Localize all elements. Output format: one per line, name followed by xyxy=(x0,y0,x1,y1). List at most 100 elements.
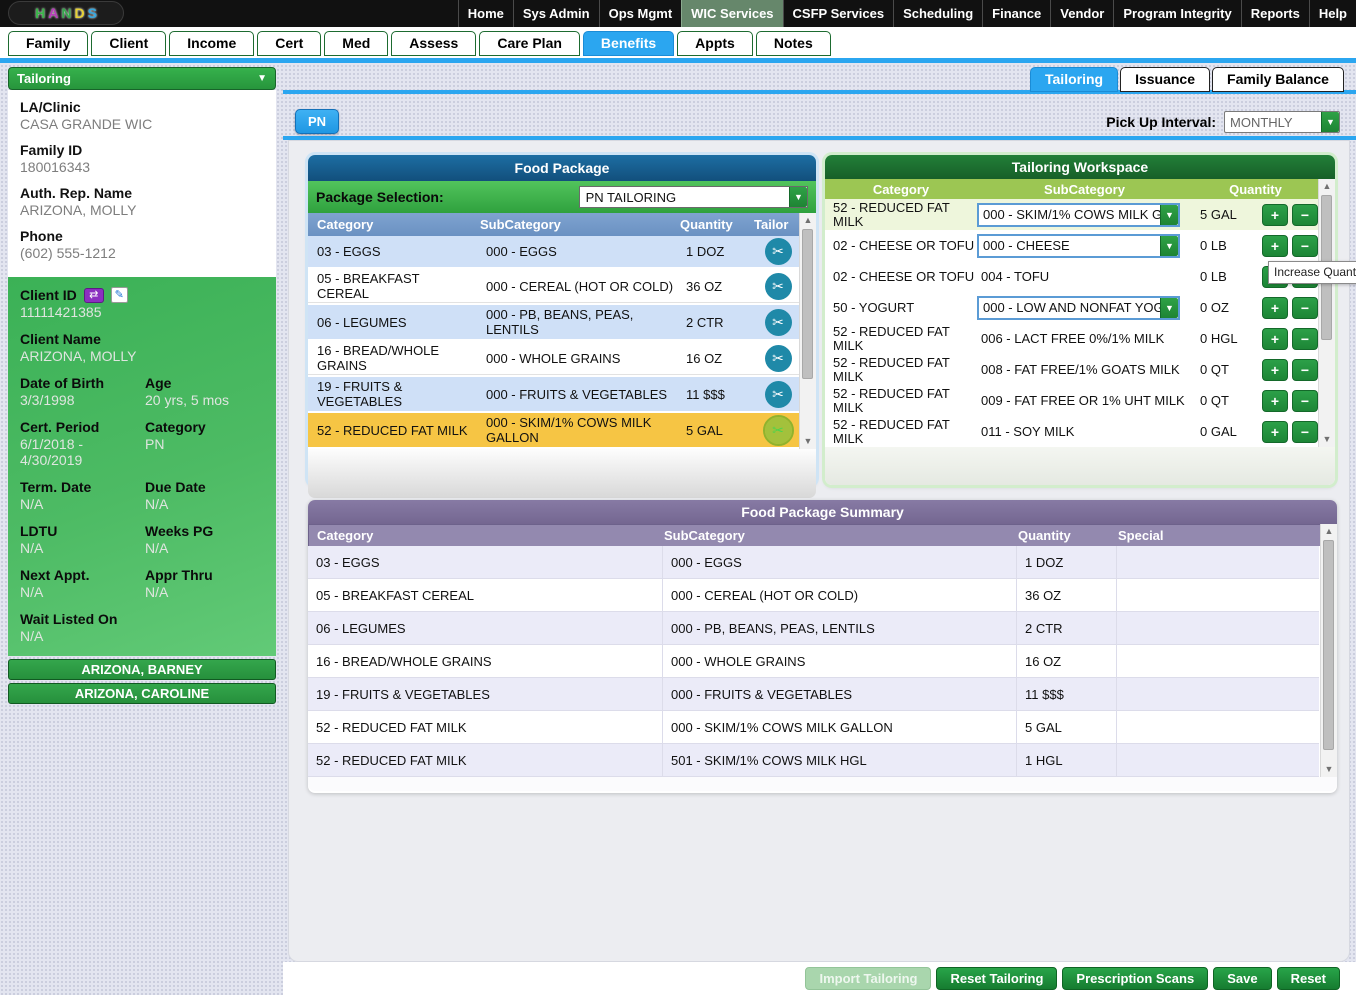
decrease-quantity-button[interactable]: − xyxy=(1292,389,1318,412)
prescription-scans-button[interactable]: Prescription Scans xyxy=(1062,967,1209,990)
col-category: Category xyxy=(317,528,374,543)
decrease-quantity-button[interactable]: − xyxy=(1292,203,1318,226)
age-value: 20 yrs, 5 mos xyxy=(145,392,230,408)
workspace-row: 02 - CHEESE OR TOFU 000 - CHEESE ▼ 0 LB +… xyxy=(825,230,1319,261)
summary-row: 03 - EGGS 000 - EGGS 1 DOZ xyxy=(308,546,1319,579)
family-member-button[interactable]: ARIZONA, BARNEY xyxy=(8,659,276,680)
save-button[interactable]: Save xyxy=(1213,967,1272,990)
tailor-scissors-button[interactable]: ✂ xyxy=(764,308,792,336)
topnav-csfp-services[interactable]: CSFP Services xyxy=(782,0,894,27)
food-package-row[interactable]: 16 - BREAD/WHOLE GRAINS 000 - WHOLE GRAI… xyxy=(308,341,799,377)
increase-quantity-button[interactable]: + xyxy=(1262,420,1288,443)
tab-client[interactable]: Client xyxy=(91,31,167,56)
increase-quantity-button[interactable]: + xyxy=(1262,358,1288,381)
workspace-row: 52 - REDUCED FAT MILK 011 - SOY MILK 0 G… xyxy=(825,416,1319,447)
tab-assess[interactable]: Assess xyxy=(391,31,477,56)
workspace-scrollbar[interactable]: ▲ ▼ xyxy=(1318,179,1335,447)
family-id-value: 180016343 xyxy=(20,159,91,175)
pickup-interval-select[interactable]: MONTHLY ▼ xyxy=(1224,111,1340,133)
category-pn-tab[interactable]: PN xyxy=(295,109,339,134)
tailor-scissors-button[interactable]: ✂ xyxy=(764,238,792,265)
sidebar-view-select[interactable]: Tailoring ▼ xyxy=(8,67,276,90)
increase-quantity-button[interactable]: + xyxy=(1262,203,1288,226)
tailor-scissors-button[interactable]: ✂ xyxy=(764,380,792,408)
scroll-up-icon[interactable]: ▲ xyxy=(1321,524,1337,539)
decrease-quantity-button[interactable]: − xyxy=(1292,420,1318,443)
topnav-scheduling[interactable]: Scheduling xyxy=(893,0,982,27)
topnav-reports[interactable]: Reports xyxy=(1240,0,1309,27)
summary-column-header: Category SubCategory Quantity Special xyxy=(308,524,1337,546)
phone-label: Phone xyxy=(20,228,63,244)
tailoring-workspace-title: Tailoring Workspace xyxy=(825,155,1335,179)
tab-notes[interactable]: Notes xyxy=(755,31,831,56)
tab-benefits[interactable]: Benefits xyxy=(582,31,675,56)
food-package-row[interactable]: 19 - FRUITS & VEGETABLES 000 - FRUITS & … xyxy=(308,377,799,413)
food-package-column-header: Category SubCategory Quantity Tailor xyxy=(308,213,816,236)
col-quantity: Quantity xyxy=(1018,528,1071,543)
view-tab-family-balance[interactable]: Family Balance xyxy=(1212,67,1344,92)
scroll-up-icon[interactable]: ▲ xyxy=(800,213,816,228)
food-package-scrollbar[interactable]: ▲ ▼ xyxy=(799,213,816,449)
family-member-button[interactable]: ARIZONA, CAROLINE xyxy=(8,683,276,704)
topnav-help[interactable]: Help xyxy=(1308,0,1356,27)
reset-tailoring-button[interactable]: Reset Tailoring xyxy=(936,967,1058,990)
topnav-wic-services[interactable]: WIC Services xyxy=(681,0,783,27)
subcategory-select[interactable]: 000 - CHEESE ▼ xyxy=(977,233,1180,258)
increase-quantity-button[interactable]: + xyxy=(1262,296,1288,319)
tab-cert[interactable]: Cert xyxy=(257,31,322,56)
summary-row: 52 - REDUCED FAT MILK 000 - SKIM/1% COWS … xyxy=(308,711,1319,744)
subcategory-select[interactable]: 000 - SKIM/1% COWS MILK GA ▼ xyxy=(977,202,1180,227)
import-tailoring-button[interactable]: Import Tailoring xyxy=(805,967,932,990)
view-tab-issuance[interactable]: Issuance xyxy=(1120,67,1211,92)
increase-quantity-button[interactable]: + xyxy=(1262,234,1288,257)
increase-quantity-button[interactable]: + xyxy=(1262,389,1288,412)
tab-care-plan[interactable]: Care Plan xyxy=(479,31,580,56)
tab-appts[interactable]: Appts xyxy=(677,31,753,56)
pickup-interval-label: Pick Up Interval: xyxy=(1106,114,1216,130)
food-package-panel: Food Package Package Selection: PN TAILO… xyxy=(308,155,816,498)
switch-client-icon[interactable]: ⇄ xyxy=(83,287,104,303)
tab-family[interactable]: Family xyxy=(8,31,89,56)
top-nav: Home Sys Admin Ops Mgmt WIC Services CSF… xyxy=(457,0,1356,27)
reset-button[interactable]: Reset xyxy=(1276,967,1340,990)
food-package-row-selected[interactable]: 52 - REDUCED FAT MILK 000 - SKIM/1% COWS… xyxy=(308,413,799,449)
package-selection-select[interactable]: PN TAILORING ▼ xyxy=(578,186,808,208)
food-package-row[interactable]: 03 - EGGS 000 - EGGS 1 DOZ ✂ xyxy=(308,236,799,269)
decrease-quantity-button[interactable]: − xyxy=(1292,358,1318,381)
next-appt-label: Next Appt. xyxy=(20,567,90,583)
col-subcategory: SubCategory xyxy=(480,217,561,232)
view-tab-tailoring[interactable]: Tailoring xyxy=(1030,67,1119,92)
decrease-quantity-button[interactable]: − xyxy=(1292,327,1318,350)
scroll-up-icon[interactable]: ▲ xyxy=(1319,179,1335,194)
food-package-summary-panel: Food Package Summary Category SubCategor… xyxy=(308,500,1337,793)
la-clinic-label: LA/Clinic xyxy=(20,99,81,115)
tailor-scissors-button-active[interactable]: ✂ xyxy=(762,414,794,446)
food-package-row[interactable]: 05 - BREAKFAST CEREAL 000 - CEREAL (HOT … xyxy=(308,269,799,305)
scroll-down-icon[interactable]: ▼ xyxy=(800,434,816,449)
summary-scrollbar[interactable]: ▲ ▼ xyxy=(1320,524,1337,777)
scroll-down-icon[interactable]: ▼ xyxy=(1319,432,1335,447)
scroll-thumb[interactable] xyxy=(802,229,813,379)
topnav-ops-mgmt[interactable]: Ops Mgmt xyxy=(598,0,682,27)
increase-quantity-button[interactable]: + xyxy=(1262,327,1288,350)
tab-income[interactable]: Income xyxy=(169,31,255,56)
food-package-row[interactable]: 06 - LEGUMES 000 - PB, BEANS, PEAS, LENT… xyxy=(308,305,799,341)
topnav-vendor[interactable]: Vendor xyxy=(1050,0,1113,27)
topnav-program-integrity[interactable]: Program Integrity xyxy=(1113,0,1240,27)
tailor-scissors-button[interactable]: ✂ xyxy=(764,344,792,372)
scroll-thumb[interactable] xyxy=(1323,540,1334,750)
decrease-quantity-button[interactable]: − xyxy=(1292,296,1318,319)
food-package-title: Food Package xyxy=(308,155,816,181)
topnav-finance[interactable]: Finance xyxy=(982,0,1050,27)
topnav-sys-admin[interactable]: Sys Admin xyxy=(512,0,599,27)
wait-listed-value: N/A xyxy=(20,628,44,644)
subcategory-select[interactable]: 000 - LOW AND NONFAT YOG ▼ xyxy=(977,295,1180,320)
tab-med[interactable]: Med xyxy=(324,31,389,56)
decrease-quantity-button[interactable]: − xyxy=(1292,234,1318,257)
edit-client-icon[interactable]: ✎ xyxy=(110,287,128,303)
client-name-label: Client Name xyxy=(20,331,101,347)
scroll-down-icon[interactable]: ▼ xyxy=(1321,762,1337,777)
workspace-row: 50 - YOGURT 000 - LOW AND NONFAT YOG ▼ 0 … xyxy=(825,292,1319,323)
topnav-home[interactable]: Home xyxy=(457,0,513,27)
tailor-scissors-button[interactable]: ✂ xyxy=(764,272,792,300)
